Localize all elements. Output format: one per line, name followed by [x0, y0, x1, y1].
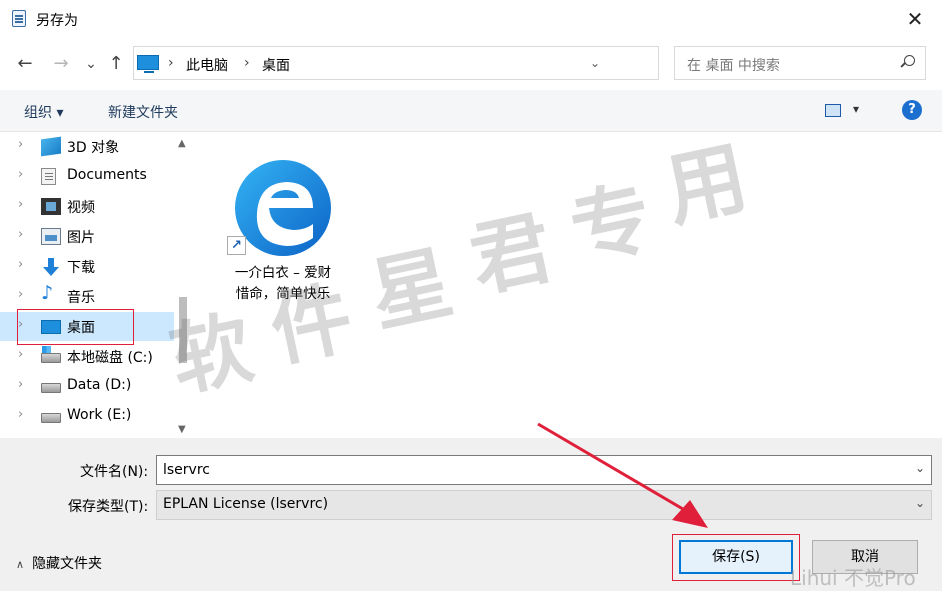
- window-title: 另存为: [36, 13, 78, 29]
- save-form: 文件名(N): ⌄ 保存类型(T): EPLAN License (lservr…: [0, 438, 942, 591]
- navigation-pane[interactable]: › 3D 对象 › Documents › 视频 › 图片 › 下载 › ♪ 音…: [0, 132, 195, 438]
- search-input[interactable]: 在 桌面 中搜索: [687, 55, 780, 75]
- chevron-up-icon: ∧: [16, 558, 25, 571]
- this-pc-icon: [137, 55, 159, 73]
- nav-item-local-disk-c[interactable]: › 本地磁盘 (C:): [0, 342, 174, 371]
- organize-button[interactable]: 组织 ▾: [24, 102, 63, 122]
- recent-locations-icon[interactable]: ⌄: [80, 52, 102, 76]
- chevron-right-icon[interactable]: ›: [18, 407, 23, 422]
- nav-item-label: 桌面: [67, 320, 95, 336]
- chevron-down-icon[interactable]: ▾: [853, 102, 859, 116]
- help-icon[interactable]: ?: [902, 100, 922, 120]
- nav-scrollbar[interactable]: ▲ ▼: [174, 132, 195, 438]
- chevron-right-icon[interactable]: ›: [18, 197, 23, 212]
- scroll-down-icon[interactable]: ▼: [178, 424, 186, 435]
- nav-item-music[interactable]: › ♪ 音乐: [0, 282, 174, 311]
- nav-item-data-d[interactable]: › Data (D:): [0, 372, 174, 401]
- save-dialog-icon: [12, 10, 26, 27]
- back-arrow-icon[interactable]: ←: [14, 52, 36, 76]
- up-arrow-icon[interactable]: ↑: [105, 52, 127, 76]
- documents-icon: [41, 168, 56, 185]
- 3d-objects-icon: [41, 136, 61, 157]
- nav-item-documents[interactable]: › Documents: [0, 162, 174, 191]
- nav-item-3d-objects[interactable]: › 3D 对象: [0, 132, 174, 161]
- nav-item-label: 图片: [67, 230, 95, 246]
- video-icon: [41, 198, 61, 215]
- file-list-pane[interactable]: ↗ 一介白衣 – 爱财 惜命，简单快乐: [197, 132, 942, 438]
- desktop-icon: [41, 320, 61, 334]
- shortcut-arrow-icon: ↗: [227, 236, 246, 255]
- nav-item-label: 3D 对象: [67, 140, 120, 156]
- chevron-down-icon[interactable]: ⌄: [915, 496, 925, 510]
- new-folder-button[interactable]: 新建文件夹: [108, 102, 178, 122]
- nav-item-videos[interactable]: › 视频: [0, 192, 174, 221]
- drive-icon: [41, 383, 61, 393]
- view-options-icon[interactable]: [825, 104, 841, 117]
- nav-item-label: 本地磁盘 (C:): [67, 350, 153, 366]
- filetype-label: 保存类型(T):: [68, 499, 149, 515]
- filetype-select[interactable]: EPLAN License (lservrc) ⌄: [156, 490, 932, 520]
- chevron-right-icon[interactable]: ›: [168, 55, 174, 71]
- chevron-right-icon[interactable]: ›: [18, 317, 23, 332]
- nav-item-label: 下载: [67, 260, 95, 276]
- filename-input[interactable]: [163, 460, 903, 480]
- os-drive-icon: [41, 346, 61, 363]
- filetype-value: EPLAN License (lservrc): [163, 496, 329, 512]
- scroll-up-icon[interactable]: ▲: [178, 138, 186, 149]
- forward-arrow-icon[interactable]: →: [50, 52, 72, 76]
- chevron-down-icon[interactable]: ⌄: [584, 53, 606, 73]
- nav-item-label: 视频: [67, 200, 95, 216]
- chevron-right-icon[interactable]: ›: [18, 227, 23, 242]
- nav-item-label: Work (E:): [67, 407, 132, 423]
- file-name-line-2: 惜命，简单快乐: [235, 286, 331, 302]
- download-icon: [41, 258, 61, 278]
- scrollbar-thumb[interactable]: [179, 297, 187, 363]
- nav-item-label: 音乐: [67, 290, 95, 306]
- chevron-right-icon[interactable]: ›: [18, 137, 23, 152]
- breadcrumb-desktop[interactable]: 桌面: [262, 55, 290, 75]
- nav-item-downloads[interactable]: › 下载: [0, 252, 174, 281]
- pictures-icon: [41, 228, 61, 245]
- nav-item-label: Documents: [67, 167, 147, 183]
- nav-item-label: Data (D:): [67, 377, 132, 393]
- command-bar: 组织 ▾ 新建文件夹 ▾ ?: [0, 90, 942, 132]
- hide-folders-label: 隐藏文件夹: [32, 556, 103, 572]
- address-row: ← → ⌄ ↑ › 此电脑 › 桌面 ⌄ ↻ 在 桌面 中搜索: [0, 38, 942, 90]
- search-box[interactable]: 在 桌面 中搜索: [674, 46, 926, 80]
- chevron-right-icon[interactable]: ›: [18, 347, 23, 362]
- file-item[interactable]: ↗ 一介白衣 – 爱财 惜命，简单快乐: [221, 152, 345, 312]
- chevron-down-icon[interactable]: ⌄: [915, 461, 925, 475]
- chevron-right-icon[interactable]: ›: [244, 55, 250, 71]
- search-icon[interactable]: [901, 55, 915, 69]
- chevron-right-icon[interactable]: ›: [18, 377, 23, 392]
- drive-icon: [41, 413, 61, 423]
- file-name-label: 一介白衣 – 爱财 惜命，简单快乐: [221, 263, 345, 305]
- nav-item-pictures[interactable]: › 图片: [0, 222, 174, 251]
- title-bar: 另存为 ✕: [0, 0, 942, 38]
- file-name-line-1: 一介白衣 – 爱财: [234, 265, 332, 281]
- filename-label: 文件名(N):: [80, 464, 149, 480]
- close-icon[interactable]: ✕: [902, 6, 928, 32]
- music-icon: ♪: [41, 282, 54, 304]
- breadcrumb-this-pc[interactable]: 此电脑: [186, 55, 228, 75]
- nav-item-desktop[interactable]: › 桌面: [0, 312, 174, 341]
- address-bar[interactable]: › 此电脑 › 桌面 ⌄ ↻: [133, 46, 779, 80]
- cancel-button[interactable]: 取消: [812, 540, 918, 574]
- filename-field[interactable]: ⌄: [156, 455, 932, 485]
- save-button[interactable]: 保存(S): [679, 540, 793, 574]
- nav-item-work-e[interactable]: › Work (E:): [0, 402, 174, 431]
- chevron-right-icon[interactable]: ›: [18, 167, 23, 182]
- chevron-right-icon[interactable]: ›: [18, 257, 23, 272]
- hide-folders-toggle[interactable]: ∧ 隐藏文件夹: [16, 553, 102, 573]
- chevron-right-icon[interactable]: ›: [18, 287, 23, 302]
